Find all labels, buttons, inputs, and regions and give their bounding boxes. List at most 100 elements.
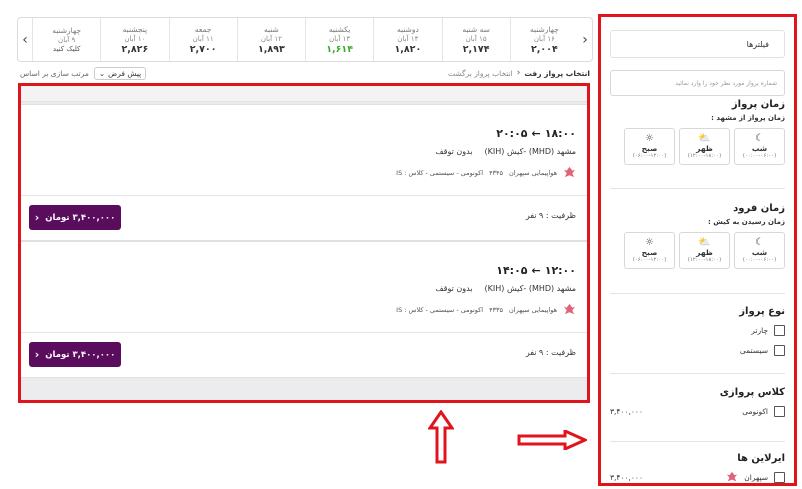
day-date: ۱۰ آبان — [124, 34, 146, 43]
checkbox-label: اکونومی — [742, 406, 768, 416]
time-option-noon[interactable]: ⛅ ظهر (۱۲:۰۰-۱۸:۰۰) — [679, 128, 730, 165]
airlines-filter: ایرلاین ها سپهران ۳,۴۰۰,۰۰۰ — [610, 453, 785, 483]
time-option-night[interactable]: ☾ شب (۰۰:۰۰-۰۶:۰۰) — [734, 232, 785, 269]
checkbox-group: سپهران — [726, 471, 785, 483]
flight-price: ۳,۴۰۰,۰۰۰ تومان — [45, 212, 116, 223]
prev-day-arrow-icon[interactable]: › — [18, 18, 32, 61]
time-option-noon[interactable]: ⛅ ظهر (۱۲:۰۰-۱۸:۰۰) — [679, 232, 730, 269]
checkbox-group: چارتر — [751, 324, 785, 336]
day-date: ۱۳ آبان — [329, 34, 351, 43]
sun-icon: ☼ — [645, 133, 654, 144]
flight-card: ۱۴:۰۵ ← ۱۲:۰۰ مشهد (MHD) -کیش (KIH) بدون… — [21, 241, 587, 378]
day-date: ۱۲ آبان — [260, 34, 282, 43]
time-option-morning[interactable]: ☼ صبح (۰۶:۰۰-۱۲:۰۰) — [624, 232, 675, 269]
day-price: ۱,۸۹۳ — [257, 43, 285, 55]
flight-class-economy: اکونومی ۳,۴۰۰,۰۰۰ — [610, 404, 785, 418]
section-title: زمان پرواز — [731, 99, 785, 110]
checkbox-group: اکونومی — [742, 405, 785, 417]
stops-text: بدون توقف — [435, 147, 473, 156]
flight-type-charter: چارتر — [610, 323, 785, 337]
day-cell[interactable]: سه شنبه ۱۵ آبان ۲,۱۷۴ — [441, 18, 510, 61]
breadcrumb-return-flight[interactable]: انتخاب پرواز برگشت — [448, 69, 513, 78]
airline-sepehran: سپهران ۳,۴۰۰,۰۰۰ — [610, 470, 785, 483]
airline-name: هواپیمایی سپهران — [509, 305, 557, 314]
next-day-arrow-icon[interactable]: ‹ — [578, 18, 592, 61]
option-name: شب — [751, 248, 768, 257]
breadcrumb: انتخاب پرواز رفت ‹ انتخاب پرواز برگشت — [448, 68, 590, 78]
option-price: ۳,۴۰۰,۰۰۰ — [610, 406, 643, 416]
day-cell[interactable]: شنبه ۱۲ آبان ۱,۸۹۳ — [236, 18, 305, 61]
stops-text: بدون توقف — [435, 284, 473, 293]
filters-sidebar: فیلترها شماره پرواز مورد نظر خود را وارد… — [598, 14, 797, 486]
day-cell[interactable]: جمعه ۱۱ آبان ۲,۷۰۰ — [168, 18, 237, 61]
option-name: ظهر — [696, 248, 713, 257]
time-of-day-options: ☾ شب (۰۰:۰۰-۰۶:۰۰) ⛅ ظهر (۱۲:۰۰-۱۸:۰۰) ☼… — [610, 232, 785, 269]
day-name: یکشنبه — [328, 24, 351, 34]
flight-type-filter: نوع پرواز چارتر سیستمی — [610, 306, 785, 357]
time-option-night[interactable]: ☾ شب (۰۰:۰۰-۰۶:۰۰) — [734, 128, 785, 165]
search-placeholder: شماره پرواز مورد نظر خود را وارد نمائید — [675, 79, 777, 87]
moon-icon: ☾ — [755, 133, 764, 144]
option-name: صبح — [641, 248, 658, 257]
arrow-left-icon: ← — [531, 264, 541, 277]
day-date: ۱۴ آبان — [397, 34, 419, 43]
cabin-class: اکونومی - سیستمی - کلاس : IS — [396, 168, 484, 177]
day-date: ۱۶ آبان — [533, 34, 555, 43]
day-price: ۲,۷۰۰ — [189, 43, 217, 55]
day-cell-cheapest[interactable]: یکشنبه ۱۳ آبان ۱,۶۱۴ — [305, 18, 373, 61]
departure-time: ۱۸:۰۰ — [544, 127, 576, 140]
flight-times: ۲۰:۰۵ ← ۱۸:۰۰ — [496, 127, 576, 140]
airline-logo-icon — [563, 303, 576, 315]
day-cell[interactable]: پنجشنبه ۱۰ آبان ۲,۸۲۶ — [100, 18, 168, 61]
sort-bar: مرتب سازی بر اساس پیش فرض ⌄ انتخاب پرواز… — [20, 65, 590, 81]
flight-number: ۴۳۴۵ — [489, 168, 504, 177]
charter-checkbox[interactable] — [774, 324, 785, 336]
sepehran-checkbox[interactable] — [774, 471, 785, 483]
flight-number-search-input[interactable]: شماره پرواز مورد نظر خود را وارد نمائید — [610, 70, 785, 96]
chevron-left-icon: ‹ — [34, 348, 40, 361]
breadcrumb-current: انتخاب پرواز رفت — [524, 68, 590, 78]
flight-purchase-row: ظرفیت : ۹ نفر ۳,۴۰۰,۰۰۰ تومان ‹ — [21, 196, 587, 240]
results-header-strip — [21, 86, 587, 102]
chevron-left-icon: ‹ — [516, 68, 521, 78]
flight-card: ۲۰:۰۵ ← ۱۸:۰۰ مشهد (MHD) -کیش (KIH) بدون… — [21, 104, 587, 241]
select-flight-button[interactable]: ۳,۴۰۰,۰۰۰ تومان ‹ — [29, 342, 121, 367]
airline-logo-icon — [727, 471, 738, 482]
day-name: چهارشنبه — [52, 26, 82, 35]
flight-info: ۲۰:۰۵ ← ۱۸:۰۰ مشهد (MHD) -کیش (KIH) بدون… — [21, 105, 587, 196]
day-price: ۲,۰۰۴ — [530, 43, 558, 55]
day-date: ۱۵ آبان — [465, 34, 487, 43]
day-price: ۱,۶۱۴ — [326, 43, 354, 55]
flight-info: ۱۴:۰۵ ← ۱۲:۰۰ مشهد (MHD) -کیش (KIH) بدون… — [21, 242, 587, 333]
departure-time-filter: زمان پرواز زمان پرواز از مشهد : ☾ شب (۰۰… — [610, 99, 785, 165]
arrival-time: ۲۰:۰۵ — [496, 127, 528, 140]
day-name: چهارشنبه — [529, 24, 559, 34]
economy-checkbox[interactable] — [774, 405, 785, 417]
day-cell[interactable]: دوشنبه ۱۴ آبان ۱,۸۲۰ — [373, 18, 441, 61]
flight-class-filter: کلاس پروازی اکونومی ۳,۴۰۰,۰۰۰ — [610, 387, 785, 418]
chevron-down-icon: ⌄ — [98, 68, 106, 78]
airline-name: هواپیمایی سپهران — [509, 168, 557, 177]
day-price: ۲,۱۷۴ — [462, 43, 490, 55]
flight-route: مشهد (MHD) -کیش (KIH) بدون توقف — [435, 284, 576, 293]
flight-results-panel: ۲۰:۰۵ ← ۱۸:۰۰ مشهد (MHD) -کیش (KIH) بدون… — [18, 83, 590, 403]
day-date: ۱۱ آبان — [192, 34, 214, 43]
day-name: پنجشنبه — [122, 24, 148, 34]
section-subtitle: زمان رسیدن به کیش : — [708, 218, 785, 226]
arrow-up-icon — [428, 410, 454, 464]
flight-route: مشهد (MHD) -کیش (KIH) بدون توقف — [435, 147, 576, 156]
day-cell[interactable]: چهارشنبه ۹ آبان کلیک کنید — [32, 18, 100, 61]
day-name: دوشنبه — [396, 24, 419, 34]
airline-row: هواپیمایی سپهران ۴۳۴۵ اکونومی - سیستمی -… — [396, 166, 576, 179]
day-date: ۹ آبان — [58, 36, 76, 44]
filters-title: فیلترها — [746, 39, 769, 49]
select-flight-button[interactable]: ۳,۴۰۰,۰۰۰ تومان ‹ — [29, 205, 121, 230]
systemic-checkbox[interactable] — [774, 344, 785, 356]
sort-select[interactable]: پیش فرض ⌄ — [93, 66, 147, 80]
sun-icon: ☼ — [645, 237, 654, 248]
checkbox-group: سیستمی — [740, 344, 785, 356]
sort-control: مرتب سازی بر اساس پیش فرض ⌄ — [20, 66, 147, 80]
day-cell[interactable]: چهارشنبه ۱۶ آبان ۲,۰۰۴ — [509, 18, 578, 61]
time-option-morning[interactable]: ☼ صبح (۰۶:۰۰-۱۲:۰۰) — [624, 128, 675, 165]
arrival-time: ۱۴:۰۵ — [496, 264, 528, 277]
